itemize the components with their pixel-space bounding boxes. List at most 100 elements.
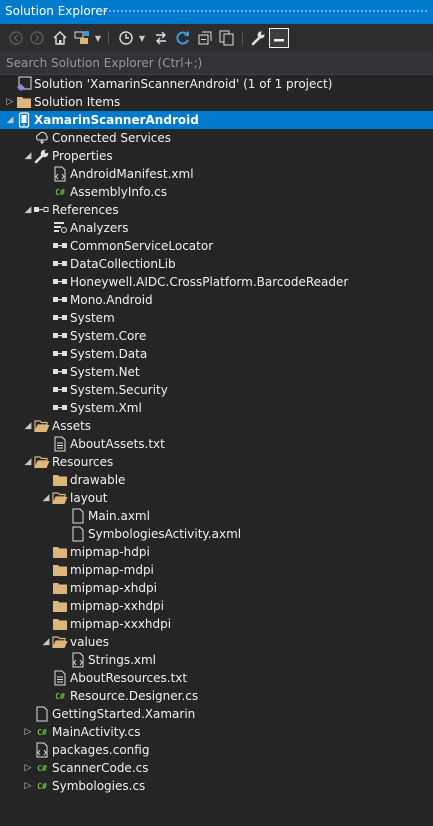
collapse-arrow-icon[interactable]: ◢ bbox=[22, 147, 34, 165]
collapse-all-icon[interactable] bbox=[195, 28, 215, 48]
tree-item[interactable]: System.Security bbox=[0, 381, 433, 399]
tree-item[interactable]: System bbox=[0, 309, 433, 327]
expand-arrow-icon[interactable]: ▷ bbox=[22, 723, 34, 741]
tree-item[interactable]: ◢ Properties bbox=[0, 147, 433, 165]
file-icon bbox=[70, 526, 86, 542]
dropdown-icon[interactable]: ▼ bbox=[93, 28, 103, 48]
folder-icon bbox=[52, 580, 68, 596]
tree-item[interactable]: mipmap-mdpi bbox=[0, 561, 433, 579]
sync-icon[interactable] bbox=[151, 28, 171, 48]
csharp-file-icon: C# bbox=[37, 727, 47, 737]
reference-icon bbox=[52, 274, 68, 290]
tree-item-label: mipmap-xhdpi bbox=[70, 581, 157, 595]
tree-item[interactable]: SymbologiesActivity.axml bbox=[0, 525, 433, 543]
xml-file-icon bbox=[34, 742, 50, 758]
expand-arrow-icon[interactable]: ▷ bbox=[22, 777, 34, 795]
tree-item-label: Solution Items bbox=[34, 95, 121, 109]
tree-item[interactable]: mipmap-hdpi bbox=[0, 543, 433, 561]
title-bar[interactable]: Solution Explorer bbox=[0, 0, 433, 24]
tree-item[interactable]: GettingStarted.Xamarin bbox=[0, 705, 433, 723]
tree-item[interactable]: DataCollectionLib bbox=[0, 255, 433, 273]
tree-item[interactable]: mipmap-xhdpi bbox=[0, 579, 433, 597]
folder-open-icon bbox=[34, 418, 50, 434]
collapse-arrow-icon[interactable]: ◢ bbox=[22, 201, 34, 219]
tree-item[interactable]: Solution 'XamarinScannerAndroid' (1 of 1… bbox=[0, 75, 433, 93]
tree-item[interactable]: mipmap-xxhdpi bbox=[0, 597, 433, 615]
tree-item[interactable]: ▷ C# Symbologies.cs bbox=[0, 777, 433, 795]
expand-arrow-icon[interactable]: ▷ bbox=[22, 759, 34, 777]
tree-item[interactable]: packages.config bbox=[0, 741, 433, 759]
tree-item-label: CommonServiceLocator bbox=[70, 239, 214, 253]
tree-item[interactable]: ▷ Solution Items bbox=[0, 93, 433, 111]
home-icon[interactable] bbox=[50, 28, 70, 48]
tree-item-label: mipmap-hdpi bbox=[70, 545, 150, 559]
tree-item[interactable]: AboutAssets.txt bbox=[0, 435, 433, 453]
tree-item[interactable]: Analyzers bbox=[0, 219, 433, 237]
tree-item[interactable]: ◢ References bbox=[0, 201, 433, 219]
tree-item[interactable]: drawable bbox=[0, 471, 433, 489]
expand-arrow-icon[interactable]: ▷ bbox=[4, 93, 16, 111]
folder-icon bbox=[52, 544, 68, 560]
tree-item[interactable]: System.Data bbox=[0, 345, 433, 363]
collapse-arrow-icon[interactable]: ◢ bbox=[22, 417, 34, 435]
tree-item[interactable]: Connected Services bbox=[0, 129, 433, 147]
back-icon[interactable] bbox=[7, 28, 25, 48]
tree-item-label: Properties bbox=[52, 149, 113, 163]
collapse-arrow-icon[interactable]: ◢ bbox=[40, 633, 52, 651]
folder-icon bbox=[52, 562, 68, 578]
tree-item-label: Main.axml bbox=[88, 509, 150, 523]
preview-icon[interactable] bbox=[269, 28, 289, 48]
tree-item[interactable]: C# AssemblyInfo.cs bbox=[0, 183, 433, 201]
tree-item-label: MainActivity.cs bbox=[52, 725, 141, 739]
solution-icon bbox=[16, 76, 32, 92]
tree-item[interactable]: C# Resource.Designer.cs bbox=[0, 687, 433, 705]
tree-item[interactable]: System.Core bbox=[0, 327, 433, 345]
switch-views-icon[interactable] bbox=[72, 28, 92, 48]
collapse-arrow-icon[interactable]: ◢ bbox=[4, 111, 16, 129]
tree-item-label: GettingStarted.Xamarin bbox=[52, 707, 196, 721]
refresh-icon[interactable] bbox=[173, 28, 193, 48]
tree-item[interactable]: ◢ layout bbox=[0, 489, 433, 507]
tree-item-label: packages.config bbox=[52, 743, 150, 757]
forward-icon[interactable] bbox=[28, 28, 46, 48]
folder-open-icon bbox=[34, 454, 50, 470]
tree-item[interactable]: ▷ C# ScannerCode.cs bbox=[0, 759, 433, 777]
tree-item[interactable]: ◢ values bbox=[0, 633, 433, 651]
pending-changes-icon[interactable] bbox=[116, 28, 136, 48]
reference-icon bbox=[52, 346, 68, 362]
tree-item-label: layout bbox=[70, 491, 108, 505]
tree-item-label: System.Data bbox=[70, 347, 148, 361]
file-icon bbox=[34, 706, 50, 722]
tree-item[interactable]: System.Net bbox=[0, 363, 433, 381]
wrench-icon bbox=[34, 148, 50, 164]
csharp-file-icon: C# bbox=[55, 691, 65, 701]
folder-icon bbox=[52, 472, 68, 488]
show-all-files-icon[interactable] bbox=[217, 28, 237, 48]
dropdown-icon[interactable]: ▼ bbox=[137, 28, 147, 48]
tree-item[interactable]: Main.axml bbox=[0, 507, 433, 525]
tree-item-label: Resources bbox=[52, 455, 114, 469]
collapse-arrow-icon[interactable]: ◢ bbox=[22, 453, 34, 471]
tree-item-label: ScannerCode.cs bbox=[52, 761, 149, 775]
tree-item[interactable]: ◢ Resources bbox=[0, 453, 433, 471]
tree-item[interactable]: ◢ Assets bbox=[0, 417, 433, 435]
search-box bbox=[0, 52, 433, 75]
tree-item[interactable]: CommonServiceLocator bbox=[0, 237, 433, 255]
tree-item[interactable]: System.Xml bbox=[0, 399, 433, 417]
tree-item[interactable]: ◢ XamarinScannerAndroid bbox=[0, 111, 433, 129]
reference-icon bbox=[52, 364, 68, 380]
title-bar-grip bbox=[100, 9, 429, 14]
tree-item[interactable]: AboutResources.txt bbox=[0, 669, 433, 687]
tree-item-label: Mono.Android bbox=[70, 293, 153, 307]
collapse-arrow-icon[interactable]: ◢ bbox=[40, 489, 52, 507]
tree-item[interactable]: Mono.Android bbox=[0, 291, 433, 309]
text-file-icon bbox=[52, 670, 68, 686]
properties-icon[interactable] bbox=[248, 28, 268, 48]
tree-item[interactable]: mipmap-xxxhdpi bbox=[0, 615, 433, 633]
tree-item[interactable]: AndroidManifest.xml bbox=[0, 165, 433, 183]
search-input[interactable] bbox=[0, 52, 431, 73]
tree-item-label: System.Core bbox=[70, 329, 147, 343]
tree-item[interactable]: Honeywell.AIDC.CrossPlatform.BarcodeRead… bbox=[0, 273, 433, 291]
tree-item[interactable]: ▷ C# MainActivity.cs bbox=[0, 723, 433, 741]
tree-item[interactable]: Strings.xml bbox=[0, 651, 433, 669]
